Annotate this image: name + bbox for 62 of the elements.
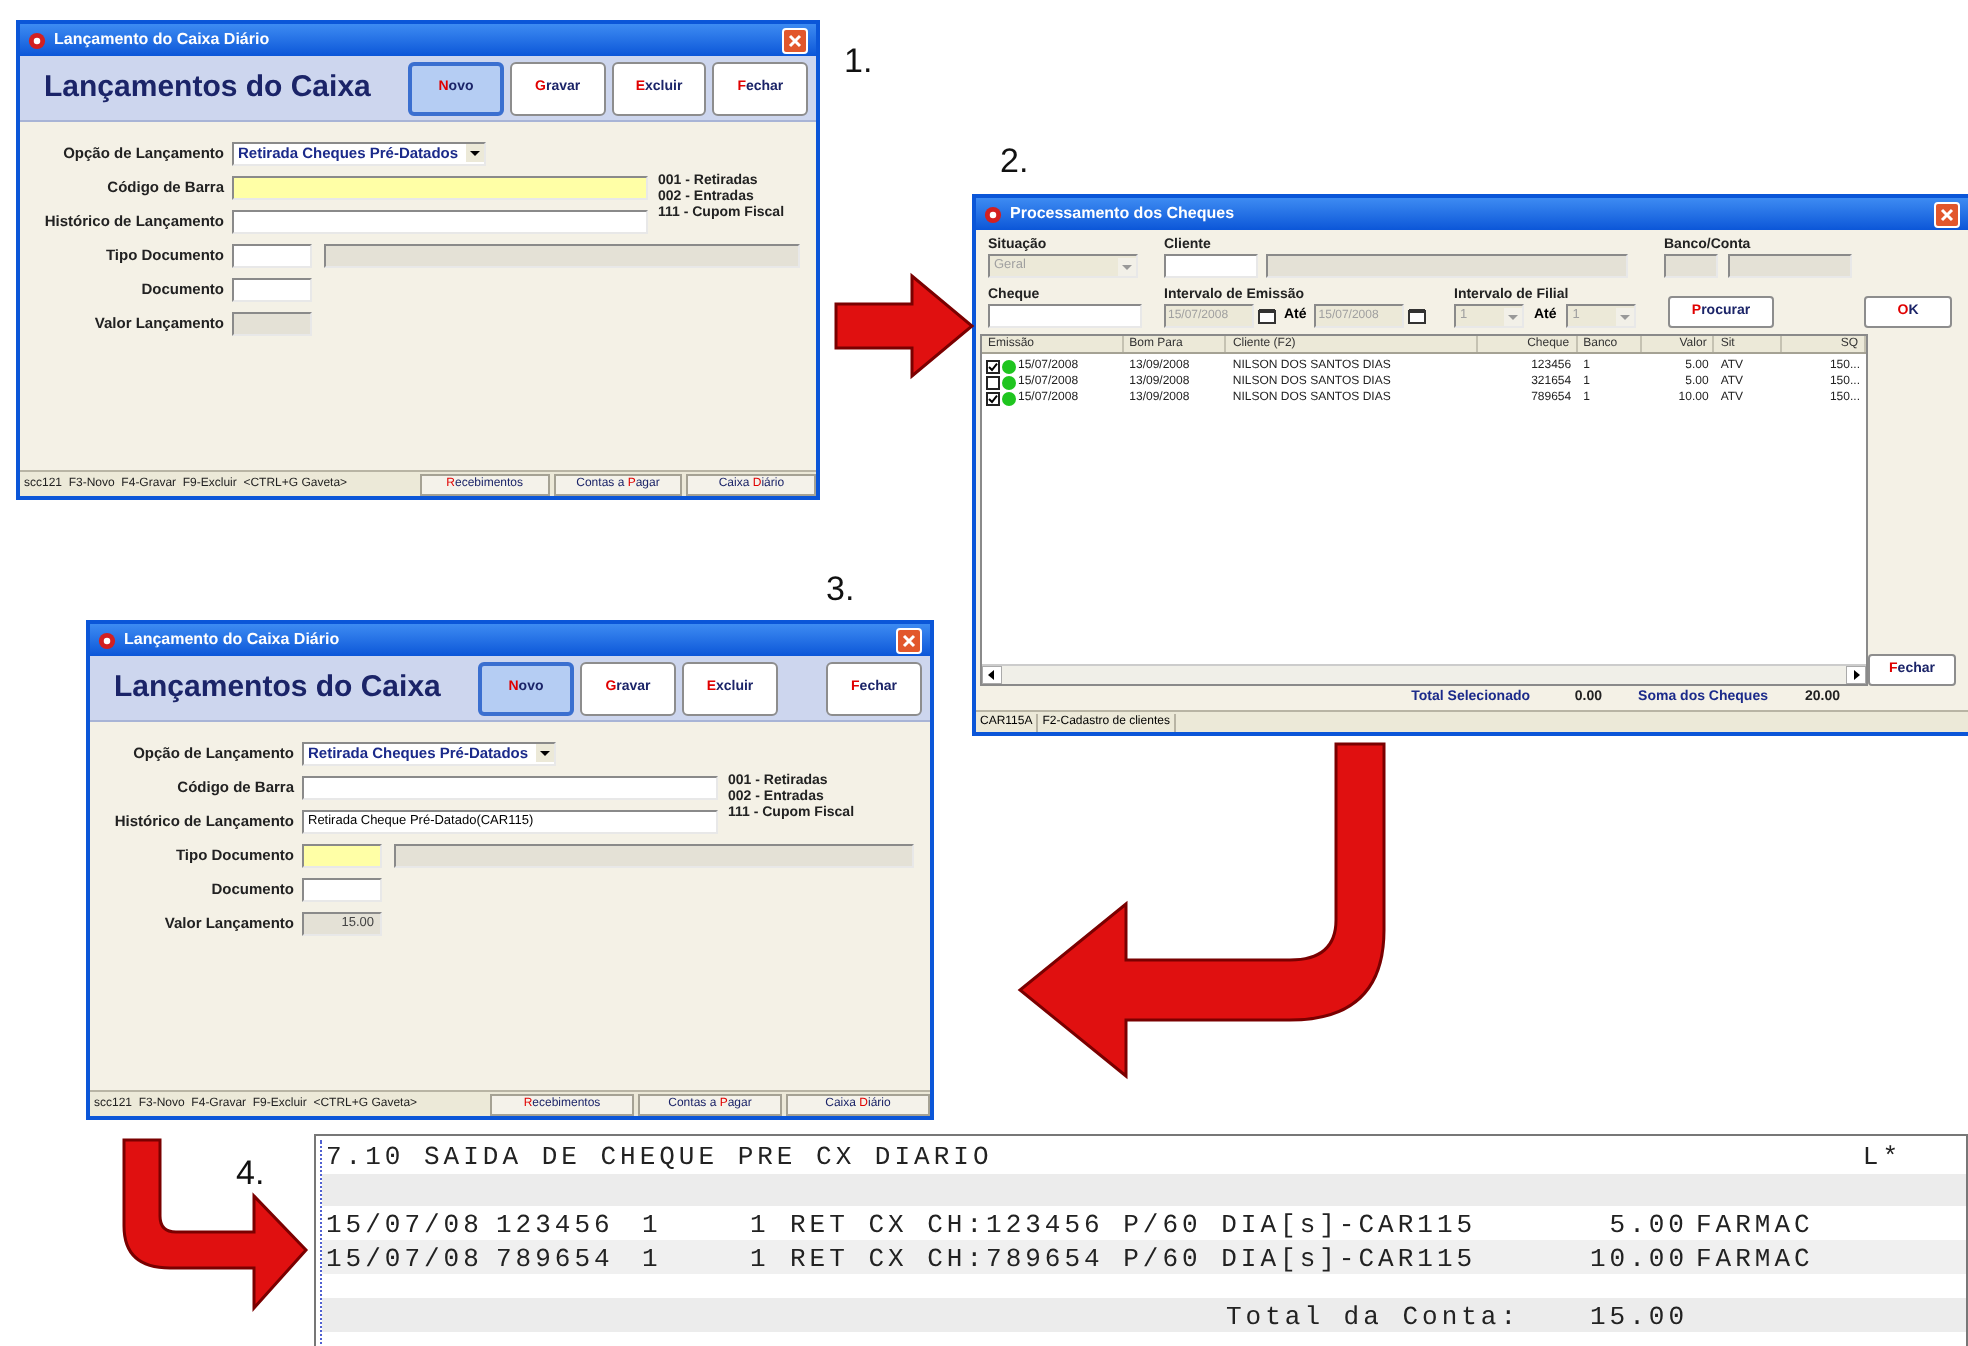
report-cell-text: 1 — [750, 1242, 772, 1278]
form-heading: Lançamentos do Caixa — [114, 667, 443, 708]
text-field[interactable] — [302, 877, 382, 901]
app-icon — [28, 31, 46, 49]
close-icon — [788, 33, 802, 47]
text-field[interactable] — [232, 243, 312, 267]
text-field[interactable] — [1728, 254, 1852, 278]
caret-icon — [1118, 257, 1136, 275]
report-cell-text: 10.00 — [1587, 1242, 1690, 1278]
close-button[interactable] — [896, 627, 922, 653]
close-button[interactable] — [782, 27, 808, 53]
row-checkbox[interactable] — [986, 391, 1000, 405]
row-checkbox[interactable] — [986, 359, 1000, 373]
step-number: 1. — [844, 40, 873, 84]
report-cell-text: RET CX CH:789654 P/60 DIA[s]-CAR115 — [790, 1242, 1479, 1278]
scrollbar[interactable] — [982, 664, 1866, 684]
text-field[interactable] — [1164, 254, 1258, 278]
total-label: Total da Conta: — [1224, 1300, 1523, 1336]
report-cell-text: 123456 — [496, 1208, 616, 1244]
text-field[interactable] — [988, 304, 1142, 328]
close-icon — [902, 633, 916, 647]
caret-icon — [1616, 307, 1635, 325]
text-field[interactable] — [1664, 254, 1718, 278]
report-title: 7.10 SAIDA DE CHEQUE PRE CX DIARIO — [326, 1139, 993, 1176]
step-number: 2. — [1000, 140, 1029, 184]
step-number: 3. — [826, 568, 855, 612]
check-icon — [988, 361, 998, 371]
calendar-icon — [1408, 308, 1427, 324]
report-cell-text: FARMAC — [1696, 1242, 1816, 1278]
app-icon — [984, 205, 1002, 223]
close-button[interactable] — [1934, 201, 1960, 227]
text-field[interactable] — [302, 775, 718, 799]
step-arrow — [832, 272, 976, 380]
text-field[interactable] — [1266, 254, 1628, 278]
report-cell-text: 1 — [642, 1242, 664, 1278]
calendar-icon — [1258, 308, 1276, 324]
close-icon — [1940, 207, 1954, 221]
report-cell-text: 789654 — [496, 1242, 616, 1278]
form-heading: Lançamentos do Caixa — [44, 67, 373, 108]
total-value: 15.00 — [1587, 1300, 1690, 1336]
caret-icon — [466, 144, 485, 162]
report-cell-text: 1 — [642, 1208, 664, 1244]
app-icon — [98, 631, 116, 649]
check-icon — [988, 393, 998, 403]
report-code: L* — [1862, 1139, 1902, 1176]
row-checkbox[interactable] — [986, 375, 1000, 389]
text-field[interactable] — [302, 843, 382, 867]
step-number: 4. — [236, 1152, 265, 1196]
text-field[interactable] — [232, 209, 648, 233]
report-cell-text: FARMAC — [1696, 1208, 1816, 1244]
report-cell-text: 1 — [750, 1208, 772, 1244]
text-field[interactable] — [232, 277, 312, 301]
report-cell-text: 15/07/08 — [326, 1242, 485, 1278]
window-title: Lançamento do Caixa Diário — [124, 628, 340, 652]
report-cell-text: 15/07/08 — [326, 1208, 485, 1244]
caret-icon — [1504, 307, 1522, 325]
window-title: Lançamento do Caixa Diário — [54, 28, 270, 52]
window-title: Processamento dos Cheques — [1010, 202, 1235, 226]
report-cell-text: 5.00 — [1607, 1208, 1690, 1244]
report-cell-text: RET CX CH:123456 P/60 DIA[s]-CAR115 — [790, 1208, 1479, 1244]
text-field[interactable] — [232, 175, 648, 199]
caret-icon — [536, 744, 555, 762]
